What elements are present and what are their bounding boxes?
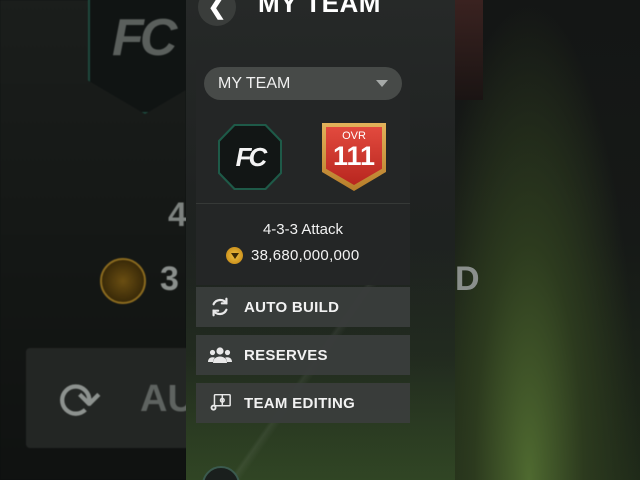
formation-label: 4-3-3 Attack [262,221,344,238]
background-value-ghost: 3 [160,260,179,298]
team-value: 38,680,000,000 [251,247,360,264]
team-select-value: MY TEAM [218,74,291,92]
top-bar: ❮ MY TEAM [186,0,455,32]
panel-divider [196,203,410,204]
auto-build-label: AUTO BUILD [244,298,340,316]
background-stripe [455,0,483,100]
team-edit-icon [208,392,232,414]
team-editing-label: TEAM EDITING [244,394,356,412]
reserves-button[interactable]: RESERVES [196,335,410,375]
background-formation-ghost: 4 [168,196,187,234]
phone-screen: ❮ MY TEAM MY TEAM FC OVR 111 4-3-3 Attac… [186,0,455,480]
ovr-badge: OVR 111 [322,123,386,191]
chevron-left-icon: ❮ [207,0,227,19]
team-select-dropdown[interactable]: MY TEAM [204,67,402,100]
team-value-row: 38,680,000,000 [226,247,359,264]
coin-icon [226,247,243,264]
page-title: MY TEAM [258,0,381,18]
team-editing-button[interactable]: TEAM EDITING [196,383,410,423]
ovr-badge-inner: OVR 111 [326,127,382,185]
fc-logo-icon: FC [235,141,268,172]
background-digit-ghost: D [455,260,480,298]
users-icon [208,346,232,364]
team-crest[interactable]: FC [220,126,280,188]
background-left-blur: FC 4 3 ⟳ AU [0,0,202,480]
background-right-blur: D [455,0,640,480]
auto-build-button[interactable]: AUTO BUILD [196,287,410,327]
background-coin-ghost [100,258,146,304]
back-button[interactable]: ❮ [198,0,236,26]
background-sync-icon: ⟳ [58,373,102,431]
chevron-down-icon [376,80,388,87]
reserves-label: RESERVES [244,346,328,364]
team-panel: MY TEAM FC OVR 111 4-3-3 Attack 38,680,0… [196,60,410,285]
ovr-value: 111 [332,141,376,171]
sync-icon [208,296,232,318]
background-logo-ghost: FC [112,9,177,67]
